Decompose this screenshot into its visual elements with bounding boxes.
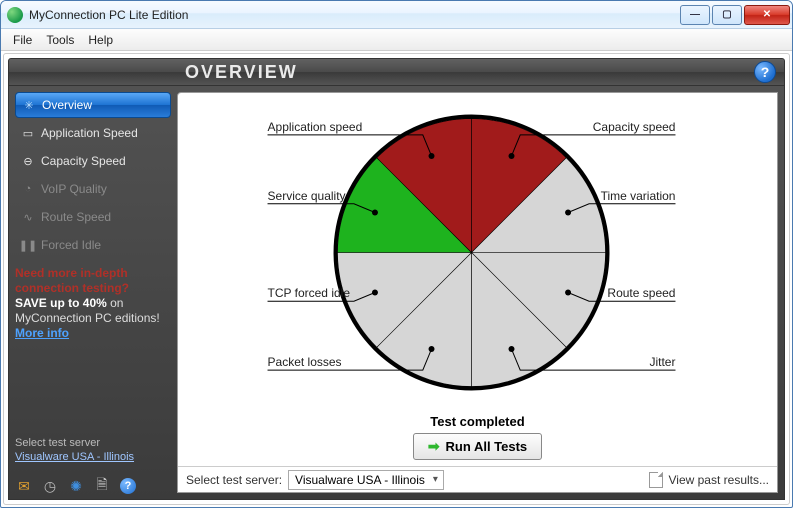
sidebar: ✳ Overview ▭ Application Speed ⊖ Capacit…: [9, 86, 177, 499]
run-button-label: Run All Tests: [446, 439, 528, 454]
server-select-value: Visualware USA - Illinois: [295, 473, 425, 487]
view-past-results-link[interactable]: View past results...: [649, 472, 770, 488]
sidebar-item-capacity-speed[interactable]: ⊖ Capacity Speed: [15, 148, 171, 174]
tray: ✉ ◷ ✺ 🗎 ?: [15, 471, 171, 495]
globe-icon[interactable]: ✺: [67, 477, 85, 495]
chart-area: Capacity speed Time variation Route speed J…: [178, 93, 777, 412]
main-panel: Capacity speed Time variation Route speed J…: [177, 92, 778, 493]
run-all-tests-button[interactable]: ➡ Run All Tests: [413, 433, 542, 460]
clock-icon[interactable]: ◷: [41, 477, 59, 495]
window-controls: — ▢ ✕: [678, 5, 790, 25]
window-icon: ▭: [21, 126, 35, 140]
sidebar-item-label: Overview: [42, 98, 92, 112]
segment-label: Jitter: [565, 355, 675, 369]
segment-label: Capacity speed: [565, 120, 675, 134]
server-link[interactable]: Visualware USA - Illinois: [15, 451, 134, 463]
voip-icon: ◔: [21, 182, 35, 196]
sidebar-item-label: VoIP Quality: [41, 182, 107, 196]
app-window: MyConnection PC Lite Edition — ▢ ✕ File …: [0, 0, 793, 508]
app-icon: [7, 7, 23, 23]
segment-label: Packet losses: [268, 355, 378, 369]
pause-icon: ❚❚: [21, 238, 35, 252]
promo-save: SAVE up to 40% on MyConnection PC editio…: [15, 296, 160, 340]
sidebar-item-label: Capacity Speed: [41, 154, 126, 168]
page-title: OVERVIEW: [185, 62, 754, 83]
segment-label: Application speed: [268, 120, 378, 134]
header-strip: OVERVIEW ?: [8, 58, 785, 86]
segment-label: Route speed: [565, 286, 675, 300]
minimize-button[interactable]: —: [680, 5, 710, 25]
menu-tools[interactable]: Tools: [40, 31, 80, 49]
segment-label: Service quality: [268, 189, 378, 203]
asterisk-icon: ✳: [22, 98, 36, 112]
segment-label: TCP forced idle: [268, 286, 378, 300]
document-icon: [649, 472, 663, 488]
document-icon[interactable]: 🗎: [93, 477, 111, 495]
window-title: MyConnection PC Lite Edition: [29, 8, 678, 22]
mail-icon[interactable]: ✉: [15, 477, 33, 495]
sidebar-item-forced-idle: ❚❚ Forced Idle: [15, 232, 171, 258]
server-block: Select test server Visualware USA - Illi…: [15, 429, 171, 463]
route-icon: ∿: [21, 210, 35, 224]
view-past-label: View past results...: [669, 473, 770, 487]
sidebar-item-route-speed: ∿ Route Speed: [15, 204, 171, 230]
bottom-server-label: Select test server:: [186, 473, 282, 487]
promo-save-bold: SAVE up to 40%: [15, 296, 107, 310]
menu-help[interactable]: Help: [82, 31, 119, 49]
sidebar-item-label: Application Speed: [41, 126, 138, 140]
help-icon[interactable]: ?: [754, 61, 776, 83]
status-text: Test completed: [430, 414, 524, 429]
menu-file[interactable]: File: [7, 31, 38, 49]
close-button[interactable]: ✕: [744, 5, 790, 25]
below-chart: Test completed ➡ Run All Tests: [178, 412, 777, 466]
promo-line2: connection testing?: [15, 281, 171, 296]
sidebar-item-label: Route Speed: [41, 210, 111, 224]
server-label: Select test server: [15, 437, 171, 449]
menubar: File Tools Help: [1, 29, 792, 51]
bottombar: Select test server: Visualware USA - Ill…: [178, 466, 777, 492]
arrow-right-icon: ➡: [428, 438, 440, 455]
server-select[interactable]: Visualware USA - Illinois: [288, 470, 444, 490]
promo-line1: Need more in-depth: [15, 266, 171, 281]
sidebar-item-overview[interactable]: ✳ Overview: [15, 92, 171, 118]
body: ✳ Overview ▭ Application Speed ⊖ Capacit…: [8, 86, 785, 500]
sidebar-item-application-speed[interactable]: ▭ Application Speed: [15, 120, 171, 146]
help-tray-icon[interactable]: ?: [119, 477, 137, 495]
circle-icon: ⊖: [21, 154, 35, 168]
sidebar-item-label: Forced Idle: [41, 238, 101, 252]
titlebar: MyConnection PC Lite Edition — ▢ ✕: [1, 1, 792, 29]
promo-link[interactable]: More info: [15, 326, 69, 340]
maximize-button[interactable]: ▢: [712, 5, 742, 25]
promo-block: Need more in-depth connection testing? S…: [15, 266, 171, 341]
client-area: OVERVIEW ? ✳ Overview ▭ Application Spee…: [3, 53, 790, 505]
segment-label: Time variation: [565, 189, 675, 203]
sidebar-item-voip-quality: ◔ VoIP Quality: [15, 176, 171, 202]
